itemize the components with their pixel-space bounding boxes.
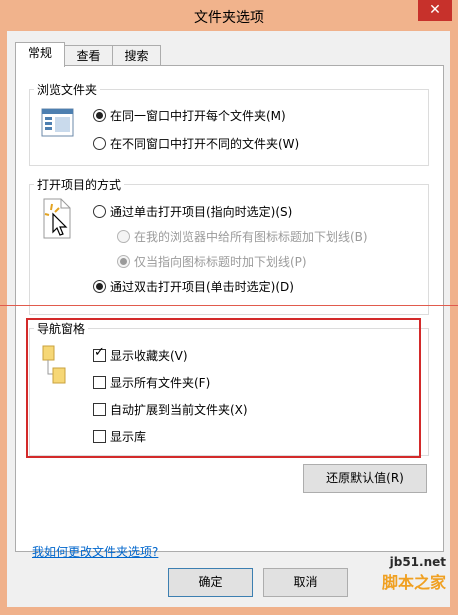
cursor-click-icon [43, 198, 71, 239]
new-window-label[interactable]: 在不同窗口中打开不同的文件夹(W) [110, 135, 299, 152]
radio-same-window[interactable] [93, 109, 106, 122]
underline-all-label[interactable]: 在我的浏览器中给所有图标标题加下划线(B) [134, 228, 368, 245]
radio-new-window[interactable] [93, 137, 106, 150]
cancel-button[interactable]: 取消 [263, 568, 348, 597]
radio-underline-all[interactable] [117, 230, 130, 243]
click-items-group: 打开项目的方式 通过单击打开项目(指向时选定)(S) 在我的浏览器中给所有图标标… [29, 176, 429, 315]
help-link[interactable]: 我如何更改文件夹选项? [32, 543, 158, 560]
folder-options-window: 文件夹选项 ✕ 常规 查看 搜索 浏览文件夹 在同一窗口中打开每个文件夹(M) … [0, 0, 458, 615]
annotation-divider-line [0, 305, 458, 306]
radio-double-click[interactable] [93, 280, 106, 293]
watermark: jb51.net 脚本之家 [382, 555, 446, 593]
single-click-label[interactable]: 通过单击打开项目(指向时选定)(S) [110, 203, 292, 220]
tab-general[interactable]: 常规 [15, 42, 65, 67]
ok-button[interactable]: 确定 [168, 568, 253, 597]
window-title: 文件夹选项 [194, 10, 264, 26]
restore-defaults-button[interactable]: 还原默认值(R) [303, 464, 427, 493]
watermark-text: 脚本之家 [381, 573, 446, 592]
browse-folders-group: 浏览文件夹 在同一窗口中打开每个文件夹(M) 在不同窗口中打开不同的文件夹(W) [29, 81, 429, 166]
annotation-highlight-box [26, 318, 421, 458]
radio-underline-hover[interactable] [117, 255, 130, 268]
close-button[interactable]: ✕ [418, 0, 452, 21]
tab-view[interactable]: 查看 [64, 45, 113, 66]
watermark-url: jb51.net [389, 555, 446, 569]
same-window-label[interactable]: 在同一窗口中打开每个文件夹(M) [110, 107, 286, 124]
click-items-title: 打开项目的方式 [34, 176, 125, 193]
tab-search[interactable]: 搜索 [112, 45, 161, 66]
close-icon: ✕ [429, 2, 441, 18]
underline-hover-label[interactable]: 仅当指向图标标题时加下划线(P) [134, 253, 307, 270]
title-bar[interactable]: 文件夹选项 ✕ [0, 0, 458, 30]
browse-folders-title: 浏览文件夹 [34, 81, 101, 98]
window-icon [41, 108, 74, 137]
double-click-label[interactable]: 通过双击打开项目(单击时选定)(D) [110, 278, 294, 295]
general-tab-panel: 浏览文件夹 在同一窗口中打开每个文件夹(M) 在不同窗口中打开不同的文件夹(W)… [15, 65, 444, 559]
radio-single-click[interactable] [93, 205, 106, 218]
